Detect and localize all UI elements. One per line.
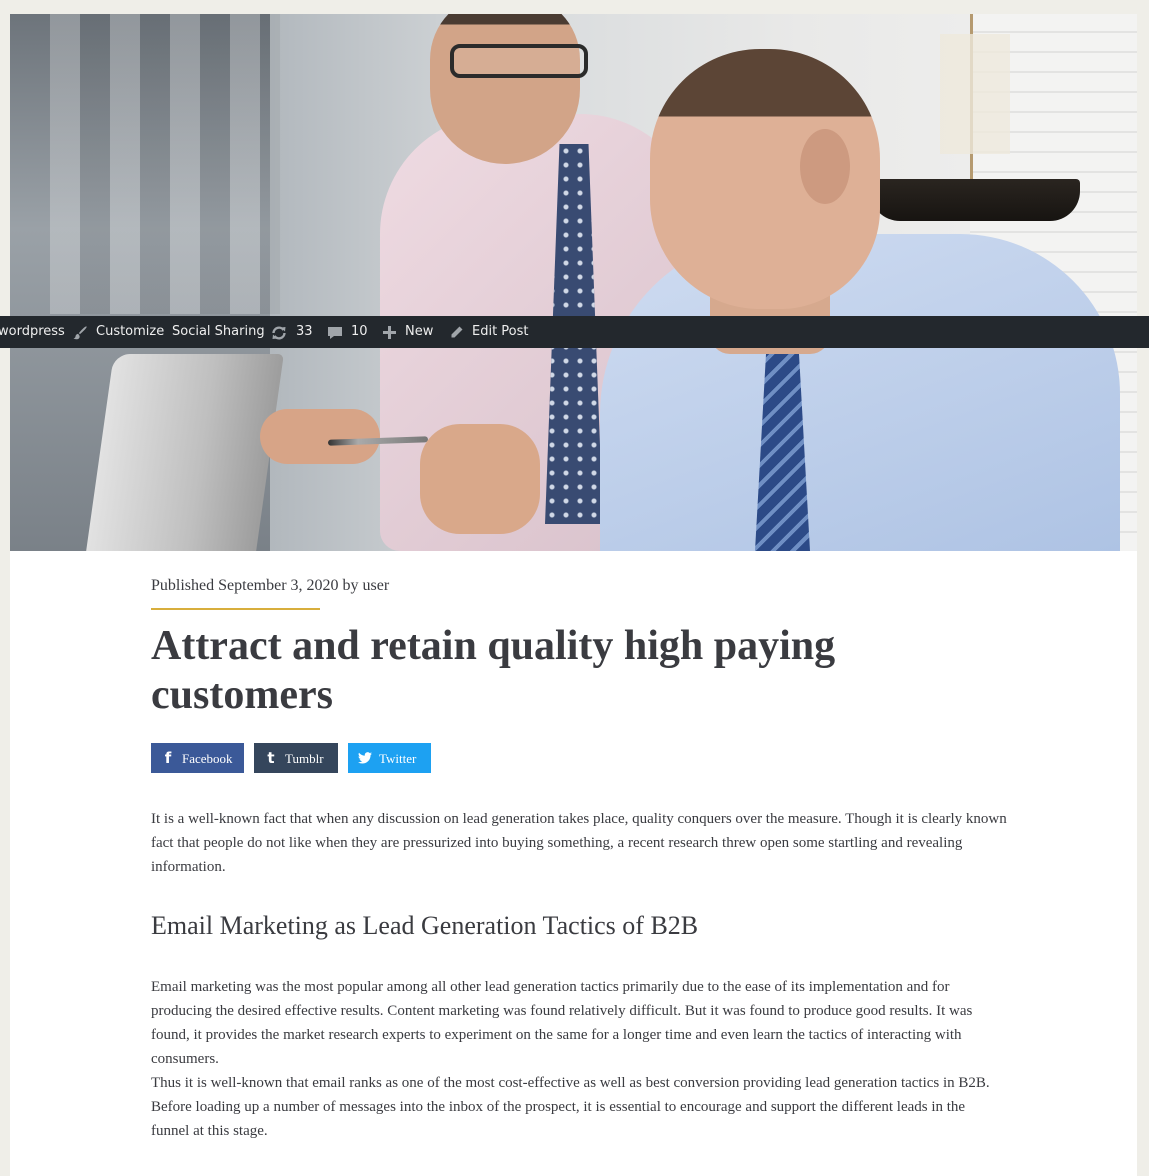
- hero-laptop: [86, 354, 284, 551]
- hero-glasses: [450, 44, 588, 78]
- share-tumblr-button[interactable]: t Tumblr: [254, 743, 338, 773]
- facebook-icon: f: [164, 749, 172, 767]
- post-paragraph-1: Email marketing was the most popular amo…: [151, 979, 973, 1067]
- hero-image: [10, 14, 1137, 551]
- share-facebook-label: Facebook: [182, 751, 233, 766]
- updates-count: 33: [296, 324, 313, 339]
- customize-label: Customize: [96, 324, 165, 339]
- admin-bar-edit-post[interactable]: Edit Post: [449, 316, 529, 348]
- plus-icon: [382, 316, 397, 348]
- hero-window: [50, 14, 280, 314]
- hero-head-standing: [430, 14, 580, 164]
- comments-count: 10: [351, 324, 368, 339]
- hero-hand-holding-pen: [420, 424, 540, 534]
- hero-ship-sail: [940, 34, 1010, 154]
- hero-person-seated: [600, 234, 1120, 551]
- comments-icon: [327, 316, 343, 348]
- meta-divider: [151, 608, 320, 610]
- post-title: Attract and retain quality high paying c…: [151, 623, 836, 718]
- new-label: New: [405, 324, 434, 339]
- post-section-heading: Email Marketing as Lead Generation Tacti…: [151, 911, 699, 940]
- hero-shelf: [870, 179, 1080, 221]
- share-tumblr-label: Tumblr: [285, 751, 324, 766]
- tumblr-icon: t: [267, 749, 275, 767]
- customize-brush-icon: [72, 316, 88, 348]
- admin-bar-comments[interactable]: 10: [327, 316, 368, 348]
- admin-bar-social-sharing[interactable]: Social Sharing: [172, 316, 265, 348]
- share-facebook-button[interactable]: f Facebook: [151, 743, 244, 773]
- hero-hand-pointing: [260, 409, 380, 464]
- edit-post-label: Edit Post: [472, 324, 529, 339]
- post-paragraph-2: Thus it is well-known that email ranks a…: [151, 1075, 990, 1139]
- share-twitter-label: Twitter: [379, 751, 417, 766]
- site-name-label: wordpress: [0, 324, 65, 339]
- wp-admin-bar: wordpress Customize Social Sharing 33 10…: [0, 316, 1149, 348]
- admin-bar-customize[interactable]: Customize: [72, 316, 164, 348]
- hero-ear-seated: [800, 129, 850, 204]
- admin-bar-new[interactable]: New: [382, 316, 433, 348]
- post-meta: Published September 3, 2020 by user: [151, 577, 390, 594]
- admin-bar-site-name[interactable]: wordpress: [0, 316, 65, 348]
- pencil-icon: [449, 316, 464, 348]
- post-intro-paragraph: It is a well-known fact that when any di…: [151, 811, 1007, 875]
- twitter-icon: [358, 743, 372, 773]
- page: Published September 3, 2020 by user Attr…: [10, 14, 1137, 1176]
- admin-bar-updates[interactable]: 33: [270, 316, 313, 348]
- updates-icon: [270, 316, 288, 348]
- share-twitter-button[interactable]: Twitter: [348, 743, 431, 773]
- social-sharing-label: Social Sharing: [172, 324, 265, 339]
